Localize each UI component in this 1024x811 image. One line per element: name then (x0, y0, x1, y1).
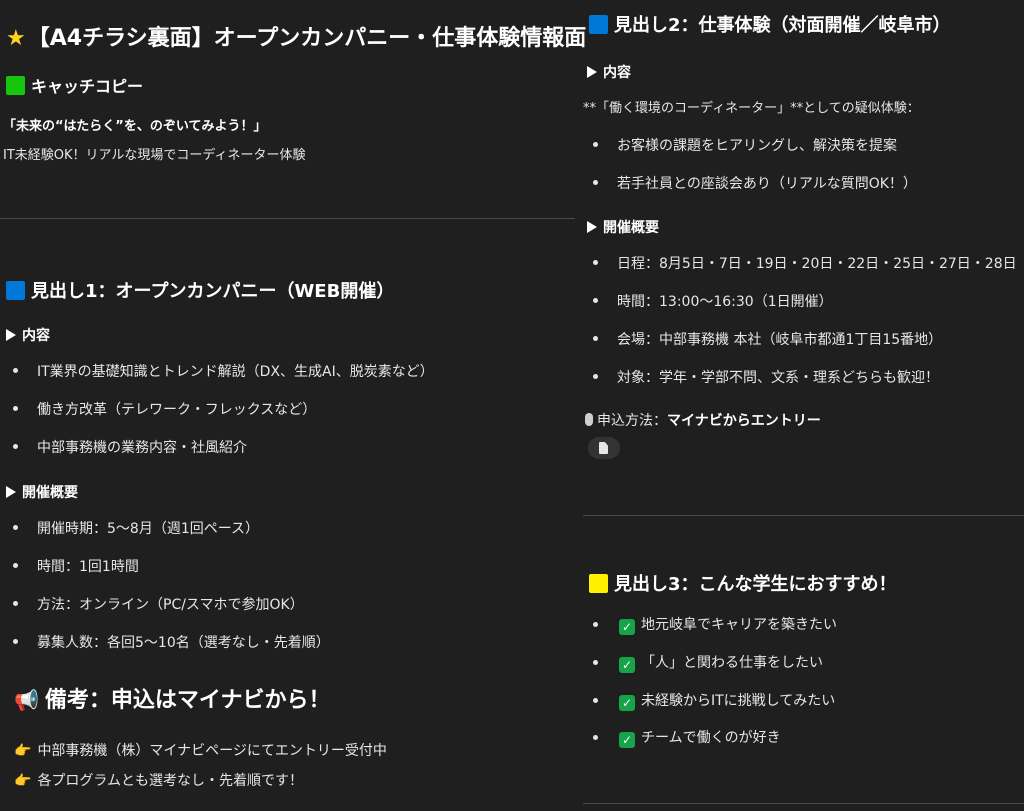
recommend-item: 「人」と関わる仕事をしたい (641, 655, 823, 671)
section2-heading-row: 見出し2：仕事体験（対面開催／岐阜市） (589, 11, 951, 37)
yellow-square-icon (589, 574, 608, 593)
list-item: 若手社員との座談会あり（リアルな質問OK！） (617, 176, 917, 192)
check-mark-icon: ✓ (619, 695, 635, 711)
bullet-dot (13, 406, 18, 411)
apply-row: 申込方法：マイナビからエントリー (585, 410, 821, 430)
section3-heading-row: 見出し3：こんな学生におすすめ！ (589, 570, 897, 596)
bullet-dot (593, 622, 598, 627)
catch-line-1: 「未来の“はたらく”を、のぞいてみよう！」 (3, 119, 267, 134)
green-square-icon (6, 76, 25, 95)
list-item: 開催時期：5〜8月（週1回ペース） (37, 521, 260, 537)
list-item: お客様の課題をヒアリングし、解決策を提案 (617, 138, 897, 154)
bullet-dot (593, 698, 598, 703)
section1-heading-row: 見出し1：オープンカンパニー（WEB開催） (6, 277, 394, 303)
section2-overview-label-row: 開催概要 (587, 217, 659, 237)
recommend-item: 未経験からITに挑戦してみたい (641, 693, 836, 709)
list-item: 中部事務機の業務内容・社風紹介 (37, 440, 247, 456)
bullet-dot (593, 336, 598, 341)
notes-heading-row: 📢 備考：申込はマイナビから！ (14, 682, 330, 714)
check-mark-icon: ✓ (619, 657, 635, 673)
bullet-dot (13, 639, 18, 644)
apply-label: 申込方法： (597, 413, 667, 429)
megaphone-icon: 📢 (14, 688, 39, 712)
bullet-dot (13, 601, 18, 606)
section1-heading: 見出し1：オープンカンパニー（WEB開催） (31, 281, 395, 302)
recommend-item-row: ✓ 地元岐阜でキャリアを築きたい (619, 614, 837, 635)
bullet-dot (13, 368, 18, 373)
bullet-dot (13, 563, 18, 568)
list-item: 時間：1回1時間 (37, 559, 139, 575)
pointing-hand-icon: 👉 (14, 773, 32, 789)
recommend-item-row: ✓ 「人」と関わる仕事をしたい (619, 652, 823, 673)
bullet-dot (593, 260, 598, 265)
list-item: 対象：学年・学部不問、文系・理系どちらも歓迎！ (617, 370, 939, 386)
section1-overview-label: 開催概要 (22, 485, 78, 501)
section2-heading: 見出し2：仕事体験（対面開催／岐阜市） (614, 15, 951, 36)
bullet-dot (13, 444, 18, 449)
section1-overview-label-row: 開催概要 (6, 482, 78, 502)
list-item: 時間：13:00〜16:30（1日開催） (617, 294, 833, 310)
pointing-hand-icon: 👉 (14, 743, 32, 759)
section2-intro: **「働く環境のコーディネーター」**としての疑似体験： (583, 101, 920, 116)
list-item: IT業界の基礎知識とトレンド解説（DX、生成AI、脱炭素など） (37, 364, 434, 380)
list-item: 方法：オンライン（PC/スマホで参加OK） (37, 597, 304, 613)
bullet-dot (593, 374, 598, 379)
divider (0, 218, 575, 219)
list-item: 日程：8月5日・7日・19日・20日・22日・25日・27日・28日 (617, 256, 1017, 272)
recommend-item-row: ✓ 未経験からITに挑戦してみたい (619, 690, 835, 711)
blue-square-icon (589, 15, 608, 34)
list-item: 募集人数：各回5〜10名（選考なし・先着順） (37, 635, 330, 651)
file-icon (599, 442, 608, 454)
recommend-item: チームで働くのが好き (641, 730, 781, 746)
page-title: 【A4チラシ裏面】オープンカンパニー・仕事体験情報面 (27, 26, 587, 51)
section1-content-label-row: 内容 (6, 325, 50, 345)
section2-content-label-row: 内容 (587, 62, 631, 82)
recommend-item: 地元岐阜でキャリアを築きたい (641, 617, 837, 633)
star-icon: ★ (6, 26, 26, 51)
notes-item-row: 👉 中部事務機（株）マイナビページにてエントリー受付中 (14, 740, 387, 760)
bullet-dot (593, 180, 598, 185)
notes-item-row: 👉 各プログラムとも選考なし・先着順です！ (14, 770, 303, 790)
bullet-dot (593, 142, 598, 147)
triangle-right-icon (587, 221, 597, 233)
catch-line-2: IT未経験OK！リアルな現場でコーディネーター体験 (3, 148, 306, 163)
check-mark-icon: ✓ (619, 732, 635, 748)
section2-overview-label: 開催概要 (603, 220, 659, 236)
notes-item: 中部事務機（株）マイナビページにてエントリー受付中 (37, 743, 387, 759)
triangle-right-icon (6, 329, 16, 341)
check-mark-icon: ✓ (619, 619, 635, 635)
bullet-dot (13, 525, 18, 530)
section1-content-label: 内容 (22, 328, 50, 344)
divider (583, 803, 1024, 804)
section3-heading: 見出し3：こんな学生におすすめ！ (614, 574, 897, 595)
section2-content-label: 内容 (603, 65, 631, 81)
triangle-right-icon (587, 66, 597, 78)
notes-item: 各プログラムとも選考なし・先着順です！ (37, 773, 304, 789)
bullet-dot (593, 298, 598, 303)
recommend-item-row: ✓ チームで働くのが好き (619, 727, 781, 748)
bullet-dot (593, 735, 598, 740)
list-item: 会場：中部事務機 本社（岐阜市都通1丁目15番地） (617, 332, 943, 348)
apply-value: マイナビからエントリー (667, 413, 821, 429)
notes-heading: 備考：申込はマイナビから！ (44, 688, 331, 713)
mouse-icon (585, 413, 593, 426)
triangle-right-icon (6, 486, 16, 498)
blue-square-icon (6, 281, 25, 300)
list-item: 働き方改革（テレワーク・フレックスなど） (37, 402, 317, 418)
file-attachment-button[interactable] (588, 437, 620, 459)
divider (583, 515, 1024, 516)
catch-heading-row: キャッチコピー (6, 73, 143, 97)
bullet-dot (593, 660, 598, 665)
page-title-row: ★【A4チラシ裏面】オープンカンパニー・仕事体験情報面 (6, 20, 586, 52)
catch-heading: キャッチコピー (31, 77, 144, 96)
